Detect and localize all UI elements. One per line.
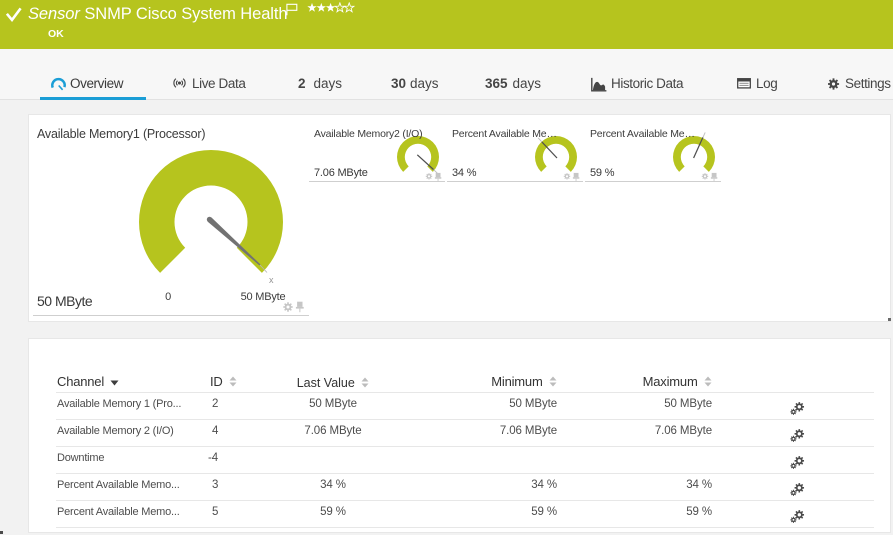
svg-text:50 MByte: 50 MByte [241, 291, 286, 303]
svg-text:0: 0 [165, 291, 171, 303]
svg-text:x: x [269, 275, 274, 285]
